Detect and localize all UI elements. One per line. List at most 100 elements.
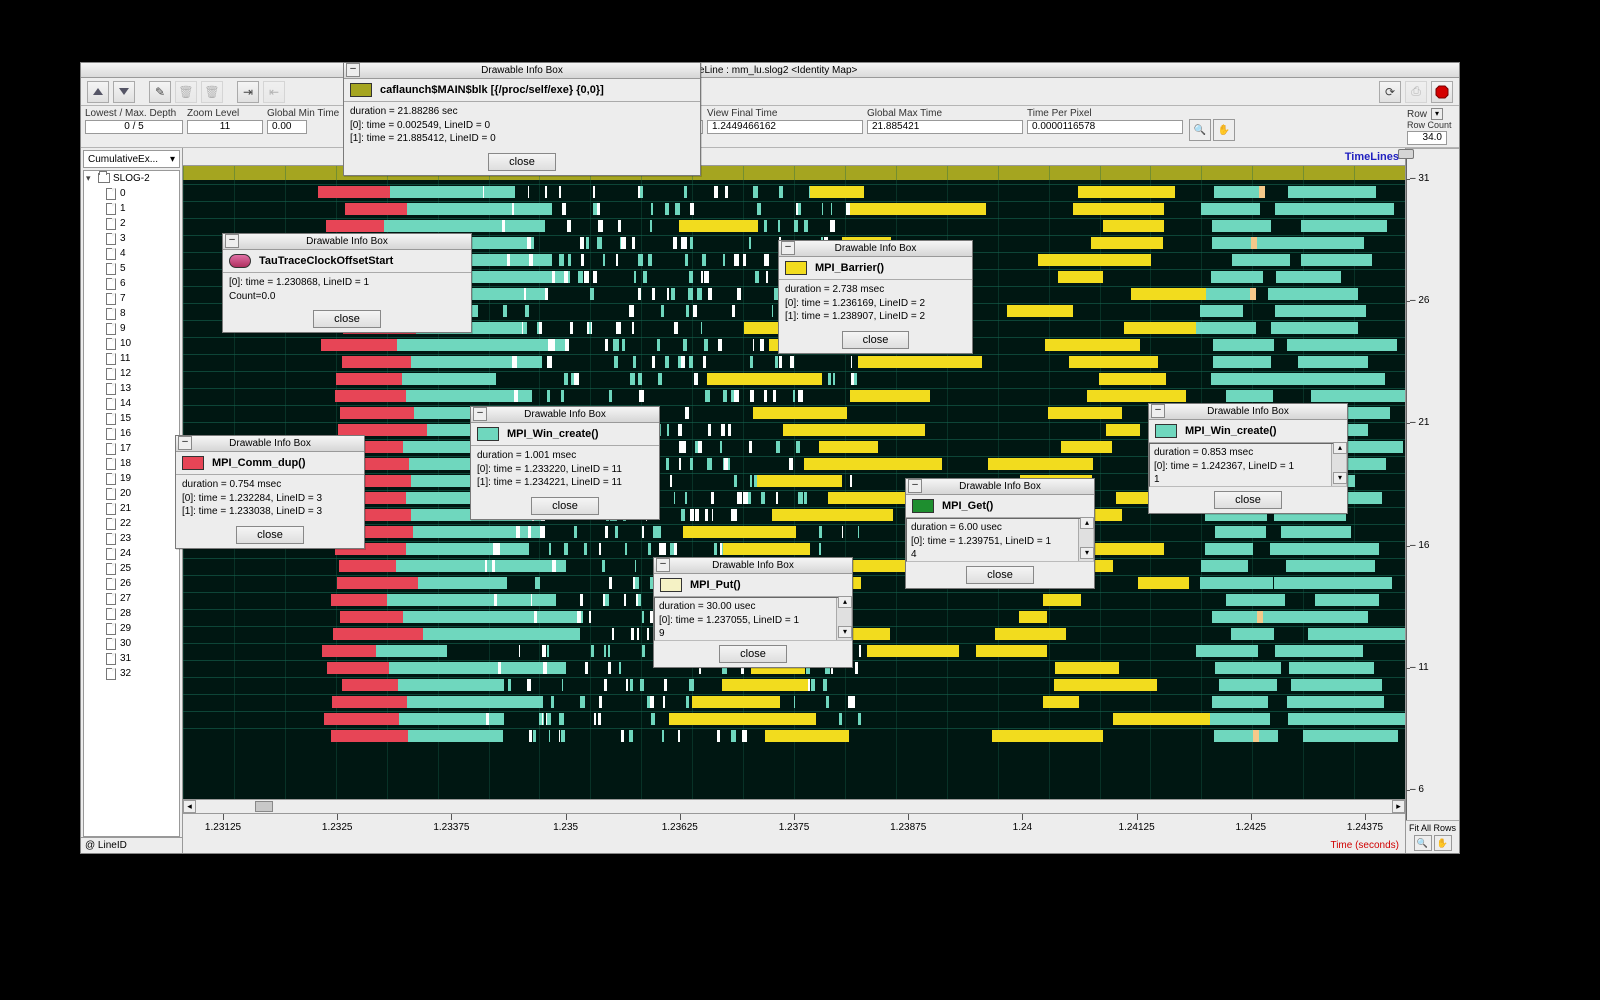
- scroll-left-arrow[interactable]: ◂: [183, 800, 196, 813]
- scroll-up-arrow[interactable]: ▴: [1333, 442, 1347, 454]
- tree[interactable]: SLOG-2 012345678910111213141516171819202…: [83, 170, 180, 837]
- tree-item[interactable]: 3: [106, 231, 179, 246]
- tree-item[interactable]: 15: [106, 411, 179, 426]
- tree-item[interactable]: 17: [106, 441, 179, 456]
- close-button[interactable]: close: [1214, 491, 1282, 509]
- infobox-put[interactable]: Drawable Info Box MPI_Put() duration = 3…: [653, 557, 853, 668]
- tree-item[interactable]: 24: [106, 546, 179, 561]
- hand-icon[interactable]: ✋: [1213, 119, 1235, 141]
- infobox-body: duration = 0.853 msec [0]: time = 1.2423…: [1149, 443, 1347, 487]
- scroll-down-arrow[interactable]: ▾: [1080, 547, 1094, 559]
- tree-item[interactable]: 1: [106, 201, 179, 216]
- tree-item[interactable]: 9: [106, 321, 179, 336]
- document-icon: [106, 458, 116, 470]
- down-button[interactable]: [113, 81, 135, 103]
- tree-item[interactable]: 14: [106, 396, 179, 411]
- tree-item[interactable]: 12: [106, 366, 179, 381]
- infobox-wincreate1[interactable]: Drawable Info Box MPI_Win_create() durat…: [470, 406, 660, 520]
- tree-item[interactable]: 27: [106, 591, 179, 606]
- tree-item[interactable]: 26: [106, 576, 179, 591]
- infobox-title[interactable]: Drawable Info Box: [223, 234, 471, 250]
- tree-item[interactable]: 7: [106, 291, 179, 306]
- tree-item[interactable]: 16: [106, 426, 179, 441]
- infobox-get[interactable]: Drawable Info Box MPI_Get() duration = 6…: [905, 478, 1095, 589]
- close-button[interactable]: close: [842, 331, 910, 349]
- view-mode-combo[interactable]: CumulativeEx...▾: [83, 150, 180, 168]
- tree-item[interactable]: 6: [106, 276, 179, 291]
- row-dropdown[interactable]: ▾: [1431, 108, 1443, 120]
- tree-item[interactable]: 5: [106, 261, 179, 276]
- row-tick: – 26: [1410, 295, 1429, 306]
- tree-item[interactable]: 29: [106, 621, 179, 636]
- trash2-button[interactable]: 🗑: [201, 81, 223, 103]
- document-icon: [106, 443, 116, 455]
- rowcount-value: 34.0: [1407, 131, 1447, 145]
- tree-item[interactable]: 32: [106, 666, 179, 681]
- scroll-thumb[interactable]: [255, 801, 273, 812]
- close-button[interactable]: close: [313, 310, 381, 328]
- tree-item[interactable]: 31: [106, 651, 179, 666]
- tree-item[interactable]: 18: [106, 456, 179, 471]
- close-button[interactable]: close: [966, 566, 1034, 584]
- infobox-body: duration = 6.00 usec [0]: time = 1.23975…: [906, 518, 1094, 562]
- infobox-title[interactable]: Drawable Info Box: [906, 479, 1094, 495]
- tree-item[interactable]: 10: [106, 336, 179, 351]
- tree-item[interactable]: 21: [106, 501, 179, 516]
- edit-button[interactable]: ✎: [149, 81, 171, 103]
- tree-item[interactable]: 28: [106, 606, 179, 621]
- tree-item[interactable]: 13: [106, 381, 179, 396]
- right-panel: – 31– 26– 21– 16– 11– 6 Fit All Rows 🔍 ✋: [1405, 148, 1459, 853]
- search-icon[interactable]: 🔍: [1189, 119, 1211, 141]
- scroll-down-arrow[interactable]: ▾: [1333, 472, 1347, 484]
- row-slider[interactable]: [1398, 149, 1414, 159]
- infobox-title[interactable]: Drawable Info Box: [471, 407, 659, 423]
- infobox-wincreate2[interactable]: Drawable Info Box MPI_Win_create() durat…: [1148, 403, 1348, 514]
- tree-item[interactable]: 30: [106, 636, 179, 651]
- stop-button[interactable]: [1431, 81, 1453, 103]
- infobox-name: MPI_Get(): [942, 500, 993, 512]
- tree-item[interactable]: 2: [106, 216, 179, 231]
- document-icon: [106, 308, 116, 320]
- scroll-right-arrow[interactable]: ▸: [1392, 800, 1405, 813]
- infobox-body: duration = 21.88286 sec [0]: time = 0.00…: [344, 102, 700, 149]
- tree-root-label: SLOG-2: [113, 173, 150, 184]
- tree-item[interactable]: 8: [106, 306, 179, 321]
- infobox-tau[interactable]: Drawable Info Box TauTraceClockOffsetSta…: [222, 233, 472, 333]
- infobox-title[interactable]: Drawable Info Box: [654, 558, 852, 574]
- import-button[interactable]: ⇤: [263, 81, 285, 103]
- close-button[interactable]: close: [531, 497, 599, 515]
- tree-item[interactable]: 25: [106, 561, 179, 576]
- tree-item[interactable]: 22: [106, 516, 179, 531]
- tree-item[interactable]: 20: [106, 486, 179, 501]
- tree-root[interactable]: SLOG-2: [84, 171, 179, 186]
- infobox-barrier[interactable]: Drawable Info Box MPI_Barrier() duration…: [778, 240, 973, 354]
- tree-item[interactable]: 19: [106, 471, 179, 486]
- close-button[interactable]: close: [236, 526, 304, 544]
- document-icon: [106, 473, 116, 485]
- refresh-button[interactable]: ⟳: [1379, 81, 1401, 103]
- close-button[interactable]: close: [719, 645, 787, 663]
- print-button[interactable]: ⎙: [1405, 81, 1427, 103]
- export-button[interactable]: ⇥: [237, 81, 259, 103]
- tree-item[interactable]: 4: [106, 246, 179, 261]
- document-icon: [106, 623, 116, 635]
- trash1-button[interactable]: 🗑: [175, 81, 197, 103]
- header-metrics: Lowest / Max. Depth 0 / 5 Zoom Level 11 …: [81, 106, 1459, 148]
- tree-item[interactable]: 11: [106, 351, 179, 366]
- infobox-title[interactable]: Drawable Info Box: [1149, 404, 1347, 420]
- infobox-caflaunch[interactable]: Drawable Info Box caflaunch$MAIN$blk [{/…: [343, 62, 701, 176]
- scroll-up-arrow[interactable]: ▴: [1080, 517, 1094, 529]
- infobox-title[interactable]: Drawable Info Box: [779, 241, 972, 257]
- scroll-up-arrow[interactable]: ▴: [838, 596, 852, 608]
- tree-item[interactable]: 0: [106, 186, 179, 201]
- hand-fit-icon[interactable]: ✋: [1434, 835, 1452, 851]
- infobox-commdup[interactable]: Drawable Info Box MPI_Comm_dup() duratio…: [175, 435, 365, 549]
- close-button[interactable]: close: [488, 153, 556, 171]
- infobox-title[interactable]: Drawable Info Box: [344, 63, 700, 79]
- scroll-down-arrow[interactable]: ▾: [838, 626, 852, 638]
- tree-item[interactable]: 23: [106, 531, 179, 546]
- h-scrollbar[interactable]: ◂ ▸: [183, 799, 1405, 813]
- infobox-title[interactable]: Drawable Info Box: [176, 436, 364, 452]
- zoom-fit-icon[interactable]: 🔍: [1414, 835, 1432, 851]
- up-button[interactable]: [87, 81, 109, 103]
